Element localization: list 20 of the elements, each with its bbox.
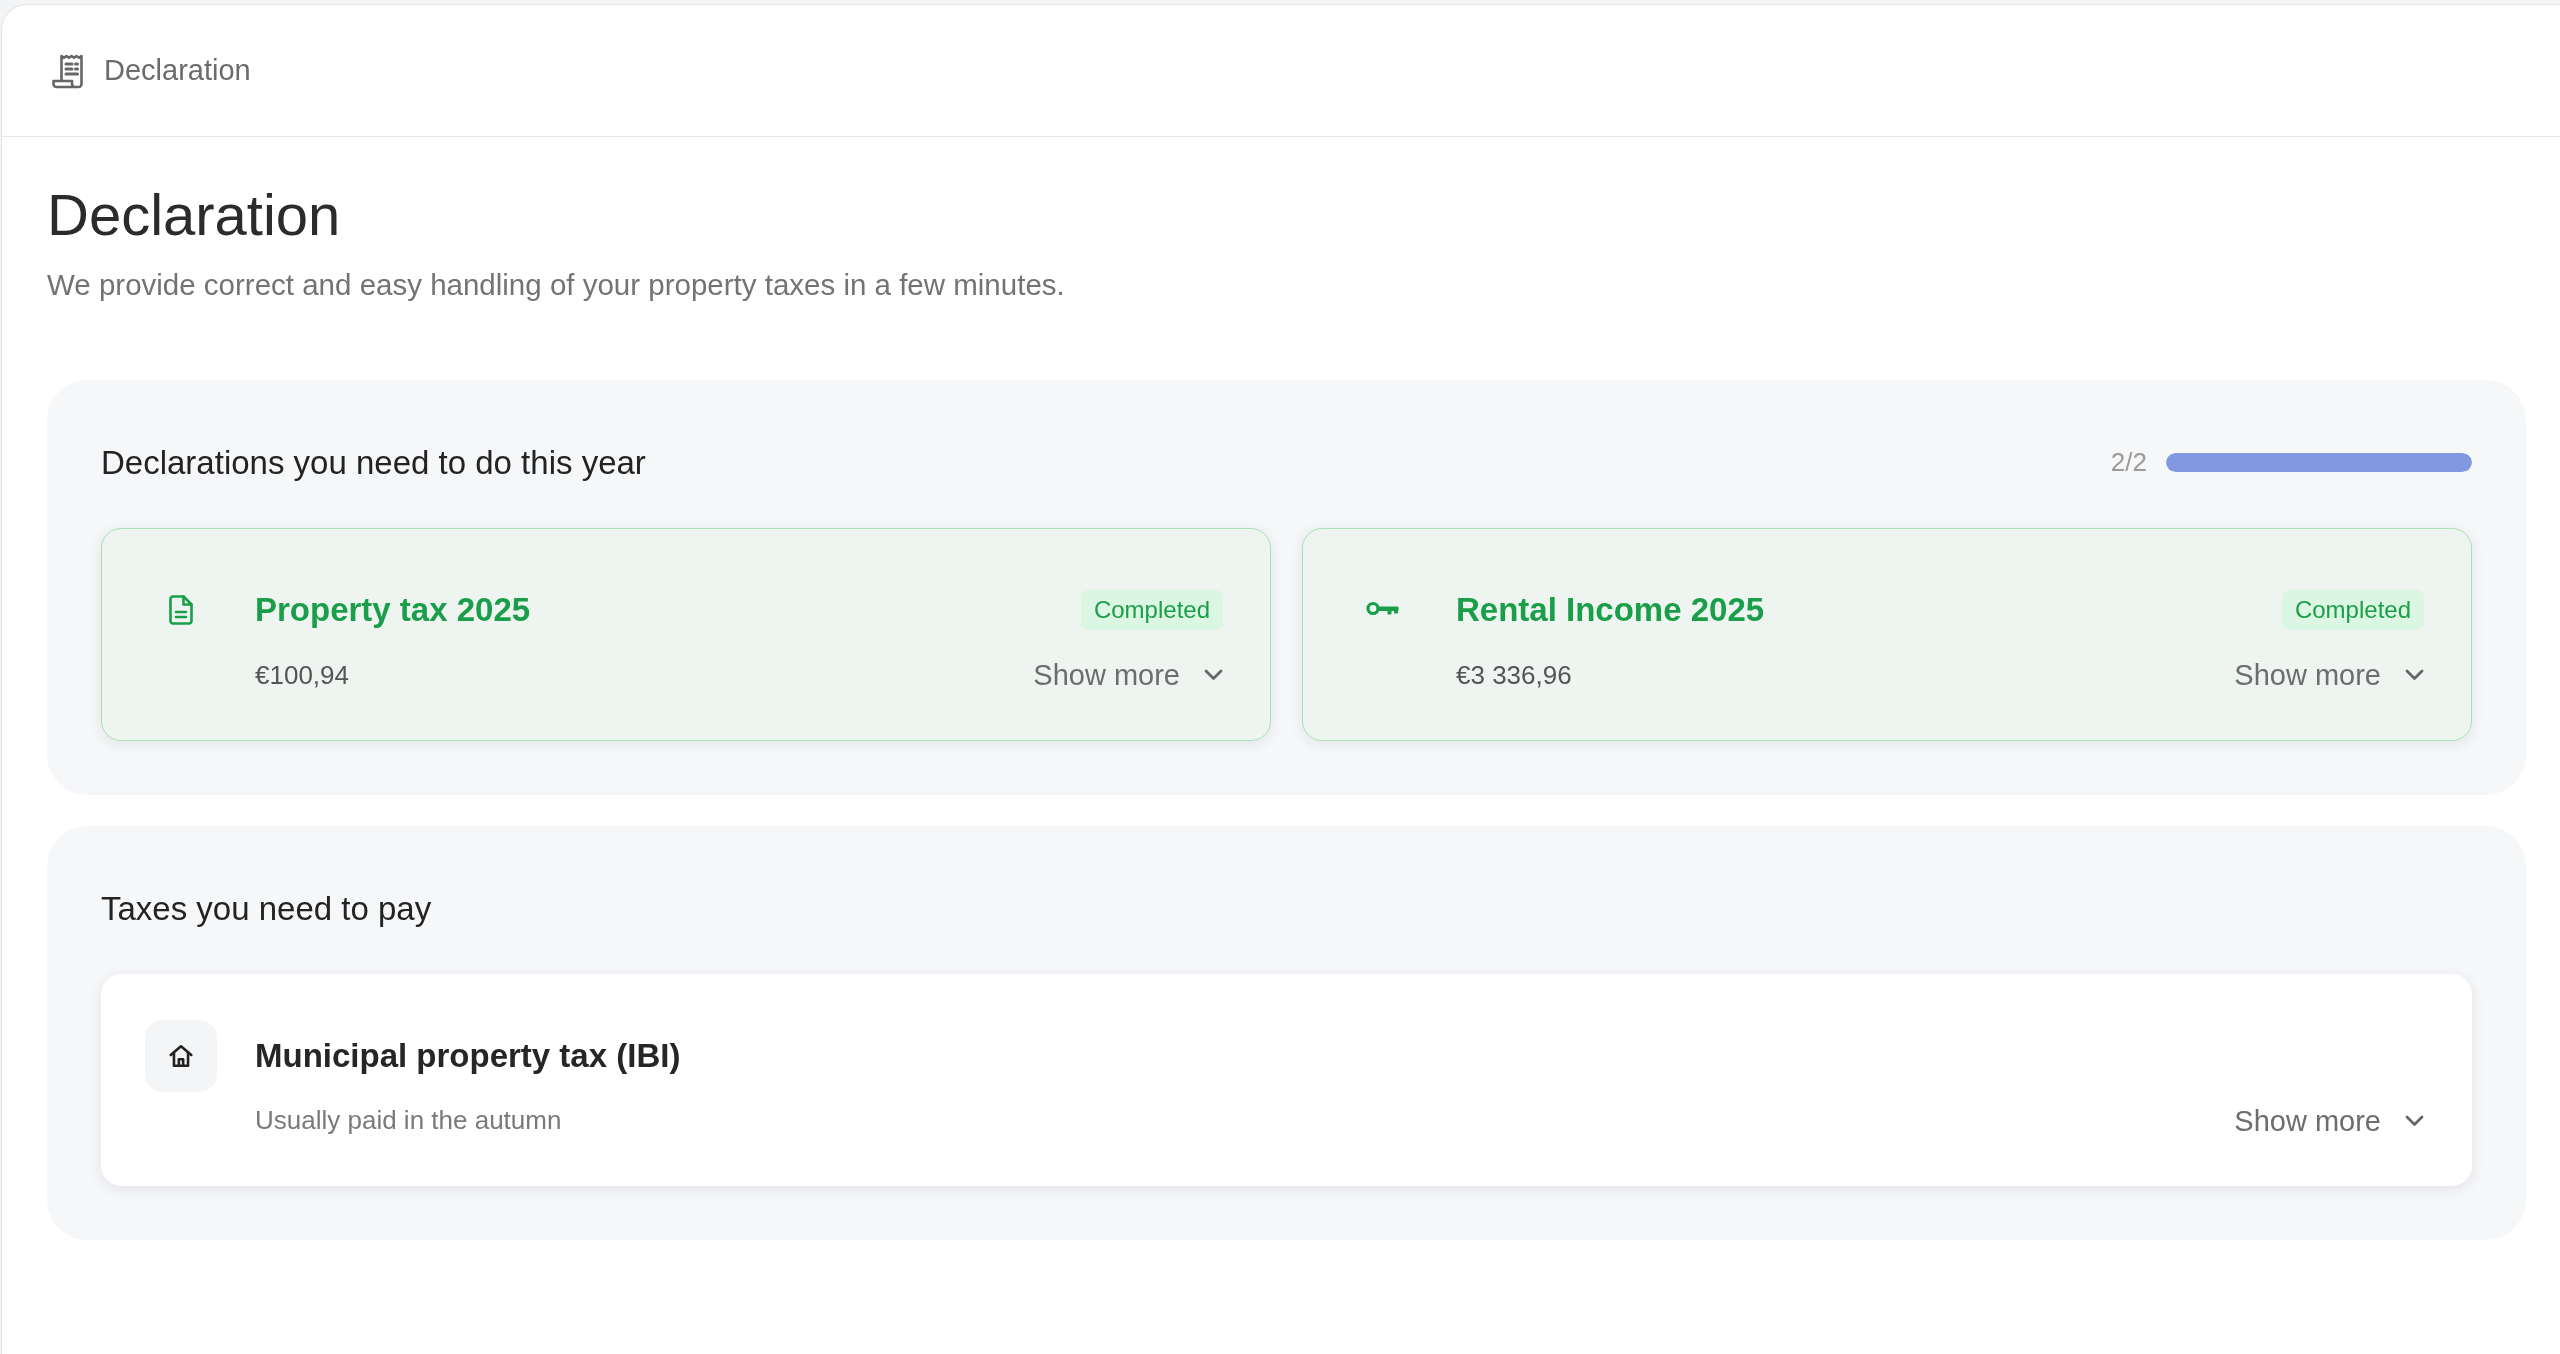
- note-text: Usually paid in the autumn: [255, 1105, 562, 1137]
- header-title: Declaration: [104, 53, 251, 88]
- page-subtitle: We provide correct and easy handling of your property taxes in a few minutes.: [47, 266, 1066, 302]
- section-heading: Taxes you need to pay: [101, 889, 432, 928]
- item-title: Rental Income 2025: [1456, 590, 1766, 630]
- show-more-button[interactable]: Show more: [2234, 1103, 2424, 1139]
- page-title: Declaration: [47, 181, 342, 249]
- amount-text: €100,94: [255, 659, 349, 691]
- section-heading: Declarations you need to do this year: [101, 444, 646, 482]
- amount-text: €3 336,96: [1456, 659, 1572, 691]
- show-more-button[interactable]: Show more: [1033, 657, 1223, 693]
- house-icon: [145, 1019, 217, 1092]
- receipt-icon: [52, 52, 85, 89]
- status-badge: Completed: [1080, 589, 1223, 631]
- document-icon: [169, 594, 193, 625]
- item-title: Property tax 2025: [255, 590, 532, 630]
- progress-reading: 2/2: [2110, 447, 2147, 479]
- show-more-button[interactable]: Show more: [2234, 657, 2424, 693]
- item-title: Municipal property tax (IBI): [255, 1035, 682, 1076]
- status-badge: Completed: [2281, 589, 2424, 631]
